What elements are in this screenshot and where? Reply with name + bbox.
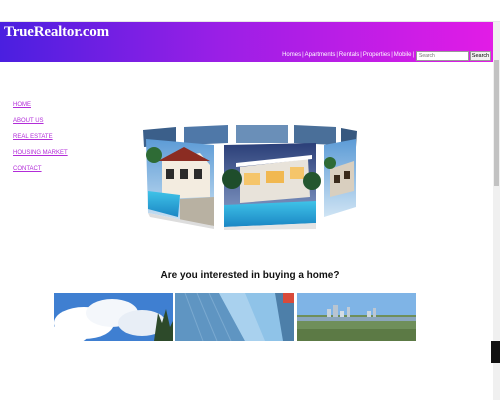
sidenav-housing-market[interactable]: HOUSING MARKET [13,150,68,166]
main-question: Are you interested in buying a home? [160,270,340,281]
cityscape-photo [297,293,416,341]
clouds-photo [54,293,173,341]
side-nav: HOME ABOUT US REAL ESTATE HOUSING MARKET… [13,102,68,182]
nav-separator: | [412,52,414,58]
nav-mobile[interactable]: Mobile [394,52,412,58]
sidenav-home[interactable]: HOME [13,102,68,118]
carousel-tile-right [324,139,356,217]
carousel-tile-back [294,125,336,145]
top-nav: Homes|Apartments|Rentals|Properties|Mobi… [282,52,415,58]
nav-apartments[interactable]: Apartments [305,52,336,58]
nav-separator: | [391,52,393,58]
carousel-tile-back [236,125,288,143]
gallery-image-cityscape[interactable] [297,293,416,341]
nav-properties[interactable]: Properties [363,52,390,58]
carousel-tile-back [184,125,228,145]
sidenav-contact[interactable]: CONTACT [13,166,68,182]
house-image-carousel[interactable] [140,125,360,230]
gallery-image-skyscraper[interactable] [175,293,294,341]
nav-separator: | [302,52,304,58]
nav-rentals[interactable]: Rentals [339,52,359,58]
browser-top-strip [0,0,500,22]
scrollbar-thumb[interactable] [494,60,499,186]
site-logo[interactable]: TrueRealtor.com [4,24,109,41]
carousel-tile-left [146,139,214,226]
skyscraper-photo [175,293,294,341]
carousel-graphic [143,125,357,230]
nav-homes[interactable]: Homes [282,52,301,58]
nav-separator: | [336,52,338,58]
carousel-tile-center [222,143,321,227]
search-input[interactable] [416,51,469,61]
nav-separator: | [360,52,362,58]
sidenav-real-estate[interactable]: REAL ESTATE [13,134,68,150]
sidenav-about-us[interactable]: ABOUT US [13,118,68,134]
side-widget [491,341,500,363]
search-button[interactable]: Search [470,51,491,61]
site-header: TrueRealtor.com Homes|Apartments|Rentals… [0,22,493,62]
gallery-image-clouds[interactable] [54,293,173,341]
